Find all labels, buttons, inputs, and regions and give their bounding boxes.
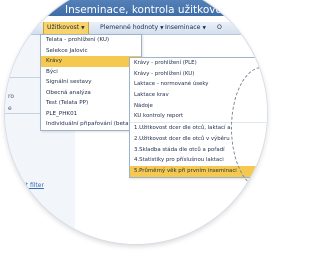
magnifier-lens: Inseminace, kontrola užitkovosti Užitkov… xyxy=(5,0,267,244)
menu-inseminace[interactable]: Inseminace ▼ xyxy=(165,22,206,34)
chevron-down-icon: ▼ xyxy=(81,26,85,31)
window-title: Inseminace, kontrola užitkovosti xyxy=(65,4,235,16)
menu-item-selekce-jalovic[interactable]: Selekce Jalovic xyxy=(41,46,141,57)
menu-uzitkovost-label: Užitkovost xyxy=(47,24,80,31)
menu-plemenne-hodnoty[interactable]: Plemenné hodnoty ▼ xyxy=(100,22,164,34)
menu-item-signalni-sestavy[interactable]: Signální sestavy xyxy=(41,77,141,88)
menu-item-individualni-priparovani[interactable]: Individuální připařování (beta) xyxy=(41,119,141,130)
menu-item-test-telata[interactable]: Test (Telata PP) xyxy=(41,98,141,109)
submenu-item[interactable]: Krávy - prohlížení (PLE) xyxy=(130,58,267,69)
menu-item-label: PLE_PHK01 xyxy=(46,110,78,117)
left-fragment: e xyxy=(8,105,12,112)
menu-item-label: Signální sestavy xyxy=(46,79,92,85)
menu-item-byci[interactable]: Býci▶ xyxy=(41,67,141,78)
chevron-down-icon: ▼ xyxy=(202,26,206,31)
menu-item-telata-prohlizeni[interactable]: Telata - prohlížení (KU) xyxy=(41,35,141,46)
menu-o[interactable]: O xyxy=(217,22,222,34)
left-fragment: ro xyxy=(8,93,15,100)
menu-item-label: Individuální připařování (beta) xyxy=(46,121,131,127)
menu-o-label: O xyxy=(217,24,222,31)
chevron-down-icon: ▼ xyxy=(160,26,164,31)
menu-plemenne-hodnoty-label: Plemenné hodnoty xyxy=(100,24,159,31)
menu-item-label: Selekce Jalovic xyxy=(46,47,88,54)
filter-link[interactable]: ktivit filter xyxy=(13,182,44,189)
menu-item-label: Test (Telata PP) xyxy=(46,100,89,106)
menu-item-ple-phk01[interactable]: PLE_PHK01 xyxy=(41,109,141,120)
left-fragment: Tý xyxy=(11,55,18,62)
menu-item-obecna-analyza[interactable]: Obecná analýza xyxy=(41,88,141,99)
title-bar: Inseminace, kontrola užitkovosti xyxy=(5,0,267,16)
menu-item-label: Krávy xyxy=(46,58,63,64)
menu-item-label: Obecná analýza xyxy=(46,89,91,96)
divider xyxy=(5,113,45,114)
menu-item-kravy[interactable]: Krávy▶ xyxy=(41,56,141,67)
divider xyxy=(5,77,45,78)
dropdown-uzitkovost: Telata - prohlížení (KU) Selekce Jalovic… xyxy=(40,34,142,131)
menu-uzitkovost[interactable]: Užitkovost ▼ xyxy=(43,22,89,34)
menu-inseminace-label: Inseminace xyxy=(165,24,201,31)
menu-item-label: Býci xyxy=(46,68,58,75)
menu-item-label: Telata - prohlížení (KU) xyxy=(46,37,110,43)
